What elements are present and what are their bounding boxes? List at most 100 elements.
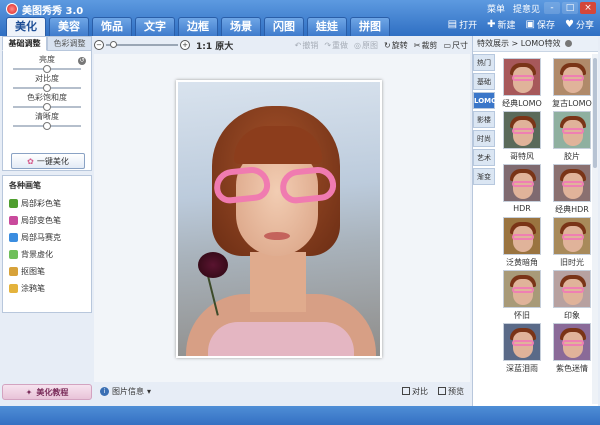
open-button[interactable]: ▤ 打开 — [448, 18, 477, 31]
preview-button[interactable]: 预览 — [438, 386, 464, 397]
adjust-slider[interactable] — [13, 65, 81, 73]
image-info-button[interactable]: i 图片信息 ▾ — [100, 386, 151, 397]
effect-item[interactable]: 深蓝泪雨 — [499, 323, 545, 376]
effect-item[interactable]: 经典HDR — [549, 164, 595, 217]
new-label: 新建 — [497, 21, 516, 31]
effect-thumbnail[interactable] — [503, 217, 541, 255]
open-label: 打开 — [459, 21, 478, 31]
edit-tool-5[interactable]: ▭ 尺寸 — [443, 40, 468, 51]
effect-thumbnail[interactable] — [503, 323, 541, 361]
effect-thumbnail[interactable] — [503, 164, 541, 202]
slider-label: 对比度 — [35, 74, 59, 83]
effect-category[interactable]: 时尚 — [473, 130, 495, 147]
brush-item[interactable]: 涂鸦笔 — [9, 280, 85, 297]
photo-top — [208, 322, 354, 356]
adjust-slider[interactable] — [13, 84, 81, 92]
tab-flash[interactable]: 闪图 — [264, 17, 304, 36]
actual-size-button[interactable]: 1:1 原大 — [196, 39, 233, 52]
tab-basic-adjust[interactable]: 基础调整 — [2, 36, 47, 51]
tab-text[interactable]: 文字 — [135, 17, 175, 36]
effects-scrollbar[interactable] — [592, 54, 598, 404]
effect-label: 哥特风 — [510, 152, 534, 161]
menu-link[interactable]: 菜单 — [487, 2, 505, 15]
effects-breadcrumb: 特效展示 > LOMO特效 — [477, 39, 561, 48]
effect-item[interactable]: 旧时光 — [549, 217, 595, 270]
slider-knob[interactable] — [43, 122, 51, 130]
canvas-toolbar: − + 1:1 原大 ↶ 撤销 ↷ 重做 ◎ 原图 ↻ 旋转 ✂ 裁剪 ▭ 尺寸 — [94, 36, 470, 54]
effect-item[interactable]: 胶片 — [549, 111, 595, 164]
close-button[interactable]: × — [580, 2, 596, 14]
slider-knob[interactable] — [43, 65, 51, 73]
effect-thumbnail[interactable] — [553, 58, 591, 96]
tutorial-button[interactable]: ✦ 美化教程 — [2, 384, 92, 400]
effect-item[interactable]: 泛黄暗角 — [499, 217, 545, 270]
effect-thumbnail[interactable] — [553, 270, 591, 308]
brush-item[interactable]: 背景虚化 — [9, 246, 85, 263]
tab-beauty[interactable]: 美容 — [49, 17, 89, 36]
app-title-text: 美图秀秀 3.0 — [22, 5, 84, 17]
effect-item[interactable]: 紫色迷情 — [549, 323, 595, 376]
compare-button[interactable]: 对比 — [402, 386, 428, 397]
effect-category[interactable]: LOMO — [473, 92, 497, 109]
effect-categories: 热门基础 LOMO 影楼时尚艺术渐变 — [473, 54, 497, 187]
adjust-slider[interactable] — [13, 122, 81, 130]
effect-thumbnail[interactable] — [503, 58, 541, 96]
adjust-slider[interactable] — [13, 103, 81, 111]
save-button[interactable]: ▣ 保存 — [526, 18, 555, 31]
feedback-link[interactable]: 提意见 — [513, 2, 540, 15]
edit-tool-icon: ✂ — [413, 41, 421, 50]
thumb-glasses — [512, 287, 534, 293]
effect-thumbnail[interactable] — [553, 111, 591, 149]
effect-category[interactable]: 影楼 — [473, 111, 495, 128]
zoom-slider[interactable] — [106, 40, 178, 50]
edit-tool-4[interactable]: ✂ 裁剪 — [414, 40, 438, 51]
zoom-in-button[interactable]: + — [180, 40, 190, 50]
tab-accessories[interactable]: 饰品 — [92, 17, 132, 36]
minimize-button[interactable]: - — [544, 2, 560, 14]
maximize-button[interactable]: □ — [562, 2, 578, 14]
edit-tool-2[interactable]: ◎ 原图 — [354, 40, 378, 51]
effect-thumbnail[interactable] — [553, 323, 591, 361]
zoom-out-button[interactable]: − — [94, 40, 104, 50]
edit-tool-0[interactable]: ↶ 撤销 — [295, 40, 319, 51]
tab-frames[interactable]: 边框 — [178, 17, 218, 36]
effect-item[interactable]: 哥特风 — [499, 111, 545, 164]
effect-item[interactable]: 怀旧 — [499, 270, 545, 323]
new-button[interactable]: ✚ 新建 — [487, 18, 515, 31]
one-click-beautify-button[interactable]: ✿ 一键美化 — [11, 153, 85, 169]
image-info-label: 图片信息 — [112, 386, 144, 396]
brush-item[interactable]: 局部彩色笔 — [9, 195, 85, 212]
edit-tool-label: 重做 — [332, 41, 349, 50]
brush-item[interactable]: 局部变色笔 — [9, 212, 85, 229]
effect-item[interactable]: HDR — [499, 164, 545, 217]
tab-scenes[interactable]: 场景 — [221, 17, 261, 36]
effect-thumbnail[interactable] — [553, 217, 591, 255]
effect-thumbnail[interactable] — [503, 111, 541, 149]
settings-dot-icon[interactable] — [565, 40, 572, 47]
image-canvas[interactable] — [94, 54, 470, 382]
effect-category[interactable]: 热门 — [473, 54, 495, 71]
brush-item[interactable]: 局部马赛克 — [9, 229, 85, 246]
share-button[interactable]: ♥ 分享 — [565, 18, 594, 31]
edit-tool-1[interactable]: ↷ 重做 — [324, 40, 348, 51]
tab-doll[interactable]: 娃娃 — [307, 17, 347, 36]
effect-thumbnail[interactable] — [553, 164, 591, 202]
brush-panel: 各种画笔 局部彩色笔 局部变色笔 局部马赛克 背景虚化 抠图笔 涂鸦笔 — [2, 175, 92, 313]
effect-category[interactable]: 基础 — [473, 73, 495, 90]
effect-item[interactable]: 复古LOMO — [549, 58, 595, 111]
tab-color-adjust[interactable]: 色彩调整 — [47, 36, 92, 51]
effect-thumbnail[interactable] — [503, 270, 541, 308]
brush-item[interactable]: 抠图笔 — [9, 263, 85, 280]
scrollbar-thumb[interactable] — [593, 58, 597, 168]
slider-knob[interactable] — [43, 103, 51, 111]
reset-icon[interactable]: ↺ — [78, 57, 86, 65]
edit-tool-3[interactable]: ↻ 旋转 — [384, 40, 408, 51]
effect-item[interactable]: 印象 — [549, 270, 595, 323]
zoom-knob[interactable] — [109, 41, 117, 48]
tab-beautify[interactable]: 美化 — [6, 17, 46, 36]
effect-category[interactable]: 艺术 — [473, 149, 495, 166]
slider-knob[interactable] — [43, 84, 51, 92]
effect-item[interactable]: 经典LOMO — [499, 58, 545, 111]
tab-collage[interactable]: 拼图 — [350, 17, 390, 36]
effect-category[interactable]: 渐变 — [473, 168, 495, 185]
